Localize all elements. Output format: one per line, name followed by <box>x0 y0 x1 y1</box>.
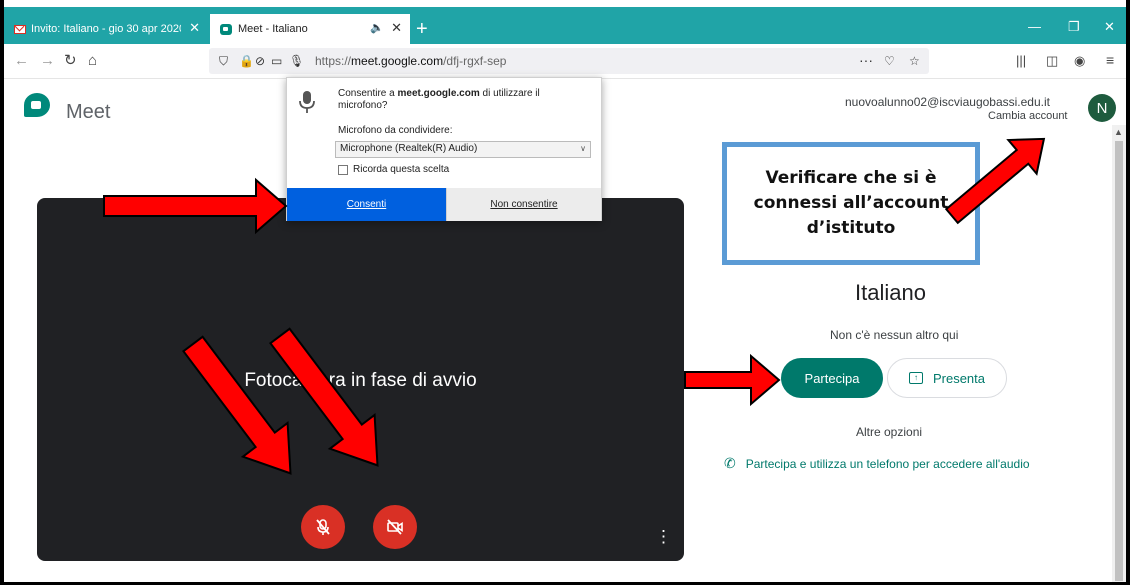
annotation-arrows <box>103 137 1046 475</box>
arrow-to-allow <box>103 177 288 235</box>
browser-window: Invito: Italiano - gio 30 apr 2020 ✕ Mee… <box>4 0 1126 582</box>
arrow-to-account <box>944 137 1046 225</box>
arrow-to-join <box>684 353 781 407</box>
